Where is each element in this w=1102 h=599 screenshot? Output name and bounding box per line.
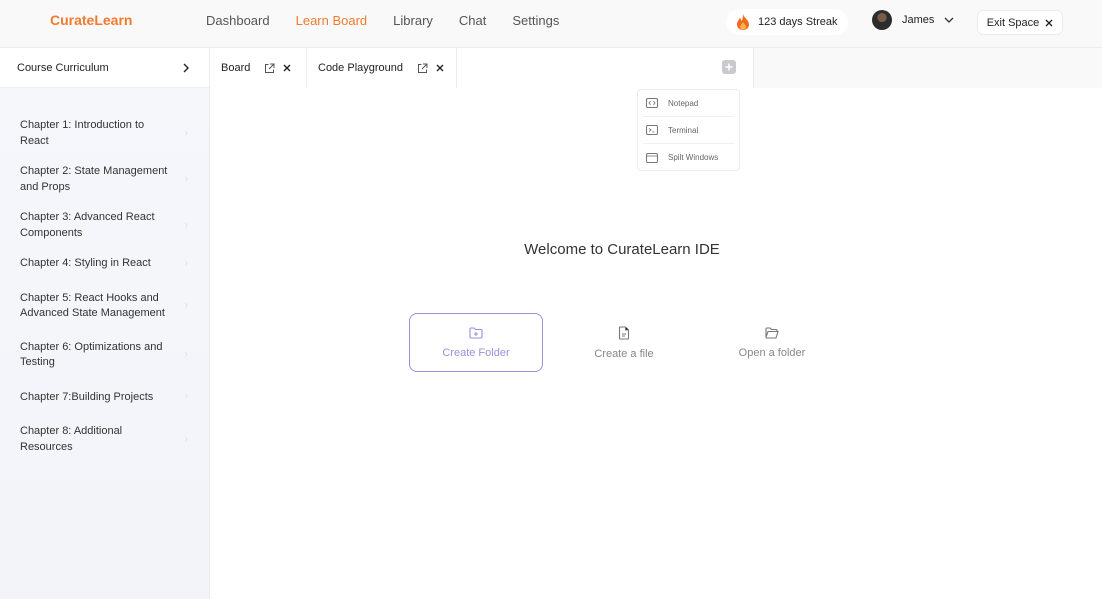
chapter-label: Chapter 7:Building Projects <box>20 390 154 403</box>
chapter-label: Chapter 5: React Hooks and Advanced Stat… <box>20 291 165 320</box>
chevron-right-icon: › <box>184 126 188 139</box>
sidebar-header[interactable]: Course Curriculum <box>0 48 209 88</box>
close-icon[interactable] <box>436 64 444 72</box>
nav-library[interactable]: Library <box>393 13 433 28</box>
nav-learn-board[interactable]: Learn Board <box>296 13 368 28</box>
fire-icon <box>737 14 749 30</box>
tab-code-playground[interactable]: Code Playground <box>307 48 457 88</box>
chapter-item-3[interactable]: Chapter 3: Advanced React Components › <box>0 210 210 241</box>
avatar[interactable] <box>872 10 892 30</box>
code-icon <box>646 98 658 108</box>
external-link-icon[interactable] <box>417 63 428 74</box>
folder-plus-icon <box>469 326 483 339</box>
folder-open-icon <box>765 326 779 339</box>
terminal-icon <box>646 125 658 135</box>
quick-actions: Create Folder Create a file Open a folde… <box>409 313 853 372</box>
curriculum-sidebar: Course Curriculum Chapter 1: Introductio… <box>0 48 210 599</box>
open-folder-button[interactable]: Open a folder <box>705 313 839 372</box>
chapter-item-8[interactable]: Chapter 8: Additional Resources › <box>0 424 210 455</box>
chapter-item-5[interactable]: Chapter 5: React Hooks and Advanced Stat… <box>0 291 210 322</box>
chapter-label: Chapter 1: Introduction to React <box>20 119 145 147</box>
create-file-label: Create a file <box>594 347 654 360</box>
main-nav: Dashboard Learn Board Library Chat Setti… <box>206 13 585 28</box>
chevron-right-icon[interactable] <box>183 63 189 73</box>
create-file-button[interactable]: Create a file <box>557 313 691 372</box>
plus-icon <box>725 63 733 71</box>
menu-item-terminal[interactable]: Terminal <box>643 117 734 144</box>
chapter-item-7[interactable]: Chapter 7:Building Projects › <box>0 390 210 406</box>
nav-chat[interactable]: Chat <box>459 13 486 28</box>
tab-strip-empty <box>457 48 754 88</box>
chevron-right-icon: › <box>184 432 188 445</box>
editor-tabs-bar: Board Code Playground <box>210 48 1102 88</box>
menu-item-label: Terminal <box>668 125 699 135</box>
tab-label: Board <box>221 62 251 74</box>
exit-space-button[interactable]: Exit Space <box>977 10 1063 35</box>
chevron-right-icon: › <box>184 257 188 269</box>
new-tab-menu: Notepad Terminal Spilt Windows <box>637 89 740 171</box>
chapter-list: Chapter 1: Introduction to React › Chapt… <box>0 88 209 455</box>
create-folder-button[interactable]: Create Folder <box>409 313 543 372</box>
add-tab-button[interactable] <box>722 60 736 74</box>
tab-label: Code Playground <box>318 62 404 74</box>
chevron-down-icon[interactable] <box>944 17 954 23</box>
file-icon <box>618 325 630 340</box>
chapter-item-2[interactable]: Chapter 2: State Management and Props › <box>0 164 210 195</box>
exit-space-label: Exit Space <box>986 16 1040 29</box>
menu-item-label: Spilt Windows <box>668 153 719 162</box>
chevron-right-icon: › <box>184 172 188 185</box>
chevron-right-icon: › <box>184 348 188 361</box>
chevron-right-icon: › <box>184 390 188 403</box>
menu-item-split-windows[interactable]: Spilt Windows <box>643 144 734 171</box>
sidebar-title: Course Curriculum <box>17 61 109 74</box>
welcome-title: Welcome to CurateLearn IDE <box>524 241 720 258</box>
nav-settings[interactable]: Settings <box>512 13 559 28</box>
chapter-label: Chapter 6: Optimizations and Testing <box>20 340 163 369</box>
chapter-item-4[interactable]: Chapter 4: Styling in React › <box>0 256 210 272</box>
streak-label: 123 days Streak <box>758 16 838 28</box>
chapter-label: Chapter 2: State Management and Props <box>20 165 168 193</box>
streak-badge: 123 days Streak <box>726 9 848 35</box>
external-link-icon[interactable] <box>264 63 275 74</box>
create-folder-label: Create Folder <box>442 346 510 359</box>
app-logo[interactable]: CurateLearn <box>50 12 132 28</box>
chapter-label: Chapter 4: Styling in React <box>20 257 151 269</box>
open-folder-label: Open a folder <box>738 346 806 359</box>
menu-item-notepad[interactable]: Notepad <box>643 90 734 117</box>
top-nav-bar: CurateLearn Dashboard Learn Board Librar… <box>0 0 1102 48</box>
user-menu[interactable]: James <box>872 10 954 30</box>
user-name[interactable]: James <box>902 14 934 26</box>
window-icon <box>646 152 658 163</box>
chapter-label: Chapter 8: Additional Resources <box>20 425 123 453</box>
chapter-item-6[interactable]: Chapter 6: Optimizations and Testing › <box>0 340 210 371</box>
chapter-label: Chapter 3: Advanced React Components <box>20 211 155 239</box>
chevron-right-icon: › <box>184 299 188 312</box>
chevron-right-icon: › <box>184 218 188 231</box>
tab-board[interactable]: Board <box>210 48 307 88</box>
close-icon <box>1045 19 1053 26</box>
menu-item-label: Notepad <box>668 98 699 108</box>
chapter-item-1[interactable]: Chapter 1: Introduction to React › <box>0 118 210 149</box>
nav-dashboard[interactable]: Dashboard <box>206 13 270 28</box>
close-icon[interactable] <box>283 64 291 72</box>
